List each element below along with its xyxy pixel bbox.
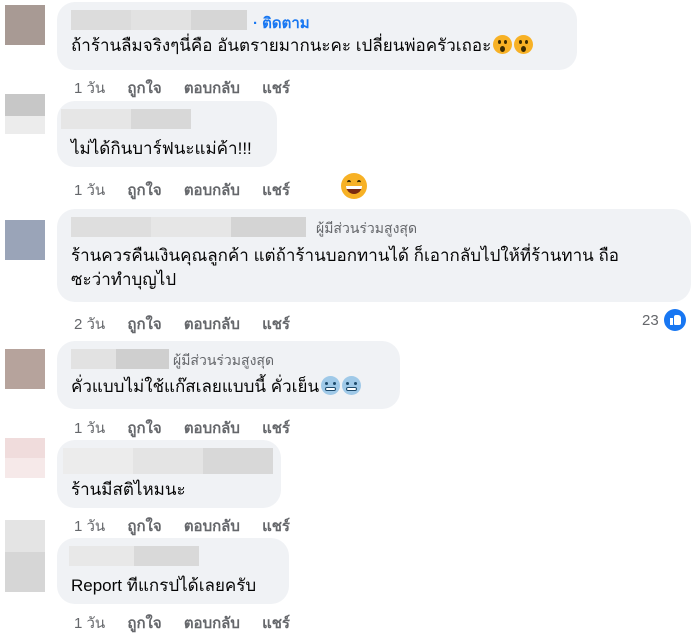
avatar[interactable] [5,349,45,389]
comment-text-line-2: ซะว่าทำบุญไป [71,270,177,289]
comment-time[interactable]: 1 วัน [74,80,105,97]
commenter-name[interactable] [63,448,273,474]
share-button[interactable]: แชร์ [262,615,290,632]
comment-bubble: Report ทีแกรปได้เลยครับ [57,538,289,604]
follow-link[interactable]: · ติดตาม [253,11,310,35]
commenter-name[interactable]: · ติดตาม [71,10,563,32]
top-fan-badge: ผู้มีส่วนร่วมสูงสุด [316,220,418,236]
comment-text: ร้านควรคืนเงินคุณลูกค้า แต่ถ้าร้านบอกทาน… [71,244,677,292]
comment-actions: 1 วัน ถูกใจ ตอบกลับ แชร์ [74,178,308,202]
share-button[interactable]: แชร์ [262,518,290,535]
comment-bubble: ผู้มีส่วนร่วมสูงสุด ร้านควรคืนเงินคุณลูก… [57,209,691,302]
reply-button[interactable]: ตอบกลับ [184,316,240,333]
comment-time[interactable]: 2 วัน [74,316,105,333]
commenter-name[interactable] [61,109,263,129]
share-button[interactable]: แชร์ [262,182,290,199]
top-fan-badge: ผู้มีส่วนร่วมสูงสุด [173,352,275,368]
comment-text: ไม่ได้กินบาร์ฟนะแม่ค้า!!! [71,139,252,158]
commenter-name[interactable]: ผู้มีส่วนร่วมสูงสุด [71,217,677,237]
reply-button[interactable]: ตอบกลับ [184,518,240,535]
comment-bubble: ไม่ได้กินบาร์ฟนะแม่ค้า!!! [57,101,277,167]
comment-bubble: ผู้มีส่วนร่วมสูงสุด คั่วแบบไม่ใช้แก๊สเลย… [57,341,400,409]
comment-time[interactable]: 1 วัน [74,615,105,632]
grinning-emoji [341,173,367,199]
reply-button[interactable]: ตอบกลับ [184,182,240,199]
comment-actions: 1 วัน ถูกใจ ตอบกลับ แชร์ [74,611,308,635]
comment-text-line-1: ร้านควรคืนเงินคุณลูกค้า แต่ถ้าร้านบอกทาน… [71,246,619,265]
like-button[interactable]: ถูกใจ [127,182,161,199]
cold-face-emoji [342,376,362,395]
reply-button[interactable]: ตอบกลับ [184,420,240,437]
like-button[interactable]: ถูกใจ [127,518,161,535]
share-button[interactable]: แชร์ [262,80,290,97]
comment-time[interactable]: 1 วัน [74,518,105,535]
comment-text: Report ทีแกรปได้เลยครับ [71,576,257,595]
avatar[interactable] [5,5,45,45]
avatar[interactable] [5,220,45,260]
comment-actions: 1 วัน ถูกใจ ตอบกลับ แชร์ [74,514,308,538]
comment-text: ถ้าร้านลืมจริงๆนี่คือ อันตรายมากนะคะ เปล… [71,34,563,58]
wow-emoji [514,35,534,54]
wow-emoji [493,35,513,54]
like-button[interactable]: ถูกใจ [127,420,161,437]
comment-actions: 2 วัน ถูกใจ ตอบกลับ แชร์ [74,312,308,336]
reaction-count[interactable]: 23 [642,312,659,329]
reply-button[interactable]: ตอบกลับ [184,615,240,632]
avatar[interactable] [5,94,45,134]
comment-actions: 1 วัน ถูกใจ ตอบกลับ แชร์ [74,416,308,440]
share-button[interactable]: แชร์ [262,420,290,437]
share-button[interactable]: แชร์ [262,316,290,333]
like-button[interactable]: ถูกใจ [127,80,161,97]
comment-actions: 1 วัน ถูกใจ ตอบกลับ แชร์ [74,76,308,100]
like-button[interactable]: ถูกใจ [127,615,161,632]
avatar[interactable] [5,438,45,478]
avatar[interactable] [5,520,45,592]
comment-time[interactable]: 1 วัน [74,420,105,437]
comment-text: คั่วแบบไม่ใช้แก๊สเลยแบบนี้ คั่วเย็น [71,375,386,399]
reply-button[interactable]: ตอบกลับ [184,80,240,97]
comment-bubble: · ติดตาม ถ้าร้านลืมจริงๆนี่คือ อันตรายมา… [57,2,577,70]
cold-face-emoji [321,376,341,395]
commenter-name[interactable]: ผู้มีส่วนร่วมสูงสุด [71,349,386,369]
like-button[interactable]: ถูกใจ [127,316,161,333]
comment-bubble: ร้านมีสติไหมนะ [57,440,281,508]
commenter-name[interactable] [69,546,275,566]
comment-text: ร้านมีสติไหมนะ [71,480,186,499]
comment-time[interactable]: 1 วัน [74,182,105,199]
like-reaction-icon [664,309,686,331]
